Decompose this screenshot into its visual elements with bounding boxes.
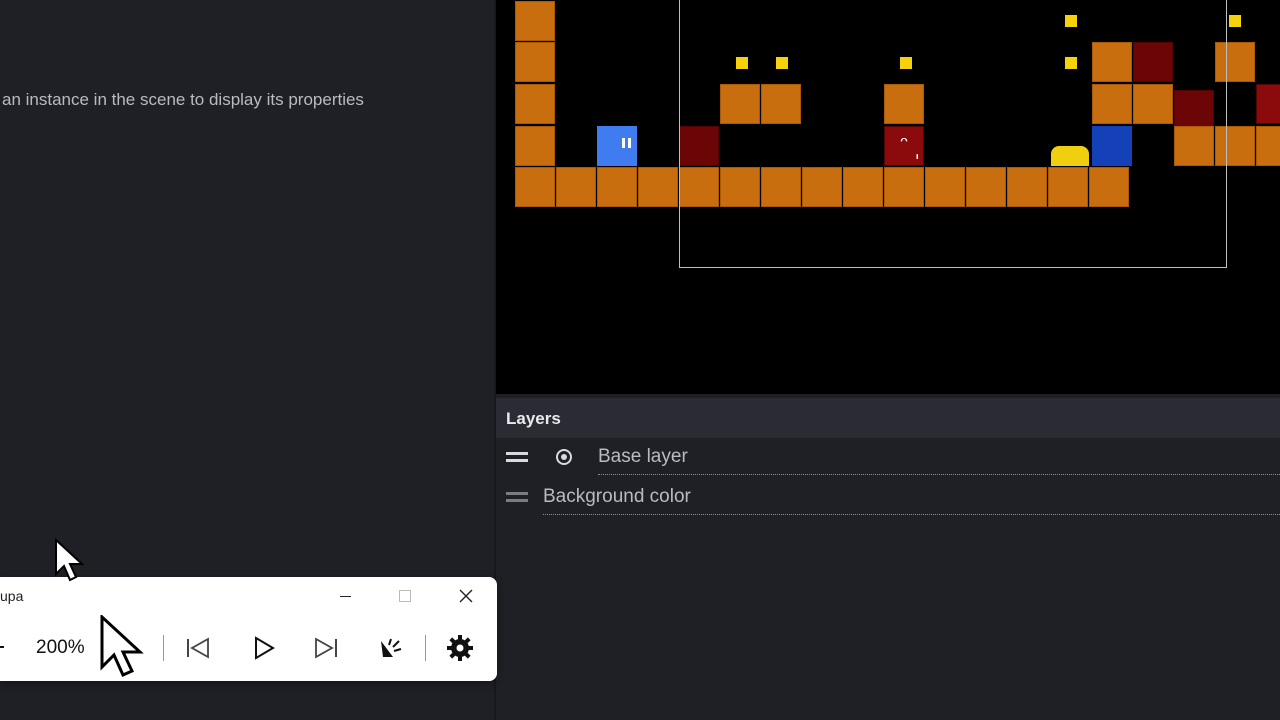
play-icon bbox=[255, 636, 275, 660]
previous-button[interactable] bbox=[180, 629, 216, 667]
magnifier-window[interactable]: upa 200% bbox=[0, 577, 497, 681]
layer-row-base[interactable]: Base layer bbox=[496, 438, 1280, 478]
layer-underline bbox=[598, 474, 1280, 475]
visibility-radio-icon[interactable] bbox=[556, 449, 572, 465]
toolbar-separator bbox=[425, 635, 426, 661]
skip-forward-icon bbox=[315, 637, 337, 659]
read-aloud-icon bbox=[381, 638, 402, 657]
coin[interactable] bbox=[1229, 15, 1241, 27]
maximize-button[interactable] bbox=[385, 581, 425, 611]
tile[interactable] bbox=[1256, 126, 1280, 166]
read-aloud-button[interactable] bbox=[373, 629, 409, 667]
maximize-icon bbox=[399, 590, 411, 602]
close-button[interactable] bbox=[446, 581, 486, 611]
scene-canvas[interactable]: ᵔ̩ bbox=[496, 0, 1280, 394]
tile[interactable] bbox=[556, 167, 596, 207]
zoom-level: 200% bbox=[36, 637, 85, 658]
tile[interactable] bbox=[515, 42, 555, 82]
tile[interactable] bbox=[638, 167, 678, 207]
layer-underline bbox=[543, 514, 1280, 515]
tile[interactable] bbox=[597, 167, 637, 207]
magnifier-title: upa bbox=[0, 588, 24, 604]
enemy-sprite[interactable] bbox=[1256, 84, 1280, 124]
minimize-icon bbox=[339, 595, 351, 597]
mouse-cursor-icon bbox=[55, 538, 85, 582]
minimize-button[interactable] bbox=[325, 581, 365, 611]
gear-icon bbox=[447, 635, 473, 661]
tile[interactable] bbox=[515, 1, 555, 41]
close-icon bbox=[459, 589, 473, 603]
layers-title: Layers bbox=[506, 409, 561, 428]
drag-handle-icon[interactable] bbox=[506, 492, 528, 502]
play-button[interactable] bbox=[245, 629, 281, 667]
layers-header: Layers bbox=[496, 398, 1280, 438]
settings-button[interactable] bbox=[442, 629, 478, 667]
drag-handle-icon[interactable] bbox=[506, 452, 528, 462]
layer-row-background[interactable]: Background color bbox=[496, 478, 1280, 518]
properties-hint: an instance in the scene to display its … bbox=[2, 90, 364, 109]
camera-viewport-outline bbox=[679, 0, 1227, 268]
tile[interactable] bbox=[515, 167, 555, 207]
magnifier-toolbar: 200% bbox=[0, 615, 497, 681]
player-sprite[interactable] bbox=[597, 126, 637, 166]
mouse-cursor-icon bbox=[100, 615, 144, 677]
tile[interactable] bbox=[515, 126, 555, 166]
next-button[interactable] bbox=[308, 629, 344, 667]
zoom-out-icon[interactable] bbox=[0, 646, 4, 648]
tile[interactable] bbox=[515, 84, 555, 124]
layer-label[interactable]: Base layer bbox=[598, 446, 688, 468]
skip-back-icon bbox=[187, 637, 209, 659]
layer-label[interactable]: Background color bbox=[543, 486, 691, 508]
layers-panel: Layers Base layer Background color bbox=[496, 394, 1280, 720]
